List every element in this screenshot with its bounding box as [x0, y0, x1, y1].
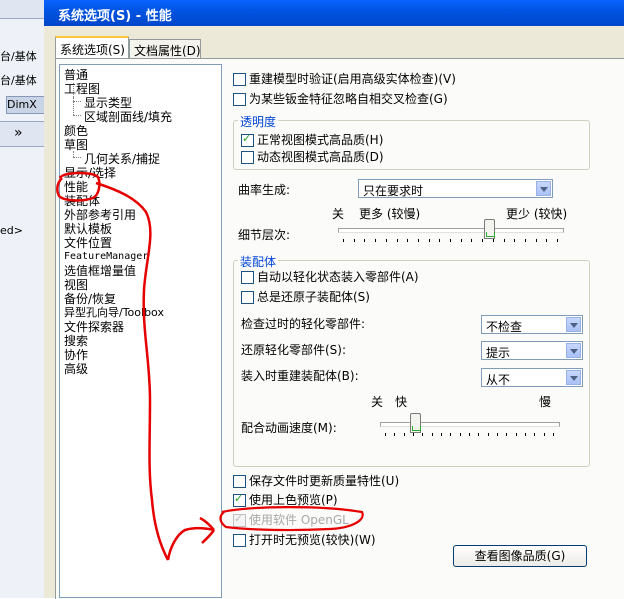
- arrow-line: [95, 181, 170, 561]
- highlight-ellipse: [56, 171, 101, 202]
- opengl-highlight: [219, 506, 364, 532]
- arrow-head: [166, 516, 216, 561]
- red-annotation-overlay: [56, 171, 364, 561]
